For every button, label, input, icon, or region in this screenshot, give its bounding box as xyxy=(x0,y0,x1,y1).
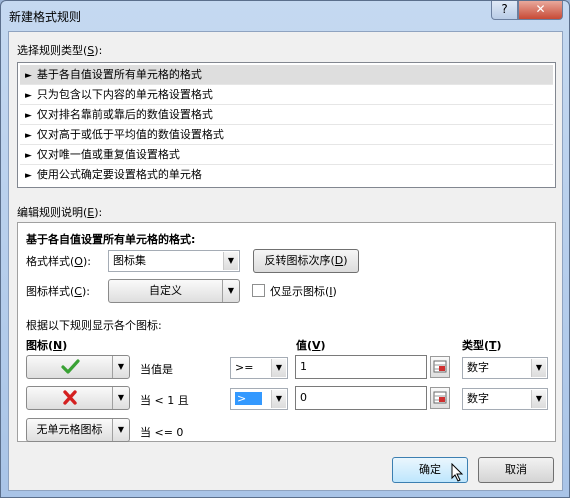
chevron-down-icon: ▼ xyxy=(271,390,286,408)
value-input-row-2[interactable]: 0 xyxy=(295,386,427,410)
show-icon-only-label[interactable]: 仅显示图标(I) xyxy=(270,283,337,299)
help-button[interactable]: ? xyxy=(491,1,518,20)
icon-select-row-2[interactable]: ▼ xyxy=(26,386,130,410)
format-style-label: 格式样式(O): xyxy=(26,255,91,268)
check-icon xyxy=(61,359,80,374)
operator-select-row-2[interactable]: > ▼ xyxy=(230,388,288,410)
format-style-select[interactable]: 图标集 ▼ xyxy=(108,250,240,272)
dialog-body: 选择规则类型(S): ► 基于各自值设置所有单元格的格式 ► 只为包含以下内容的单元… xyxy=(8,31,563,491)
triangle-right-icon: ► xyxy=(25,151,32,161)
chevron-down-icon: ▼ xyxy=(112,419,129,441)
rules-caption: 根据以下规则显示各个图标: xyxy=(26,319,162,332)
close-icon: ✕ xyxy=(535,2,546,16)
triangle-right-icon: ► xyxy=(25,91,32,101)
range-picker-icon xyxy=(433,360,447,373)
icon-select-row-1[interactable]: ▼ xyxy=(26,355,130,379)
chevron-down-icon: ▼ xyxy=(531,359,546,377)
icon-style-label: 图标样式(C): xyxy=(26,285,90,298)
range-picker-icon xyxy=(433,391,447,404)
show-icon-only-checkbox[interactable] xyxy=(252,284,265,297)
triangle-right-icon: ► xyxy=(25,111,32,121)
triangle-right-icon: ► xyxy=(25,171,32,181)
icon-select-row-3[interactable]: 无单元格图标 ▼ xyxy=(26,418,130,442)
help-icon: ? xyxy=(501,2,508,16)
rule-type-item[interactable]: ► 使用公式确定要设置格式的单元格 xyxy=(20,165,553,185)
cross-icon xyxy=(63,390,77,405)
value-input-row-1[interactable]: 1 xyxy=(295,355,427,379)
rule-type-item[interactable]: ► 仅对唯一值或重复值设置格式 xyxy=(20,145,553,165)
type-select-row-2[interactable]: 数字 ▼ xyxy=(462,388,548,410)
title-bar: 新建格式规则 ? ✕ xyxy=(1,1,569,31)
condition-label-row-1: 当值是 xyxy=(140,363,173,376)
dialog-window: 新建格式规则 ? ✕ 选择规则类型(S): ► 基于各自值设置所有单元格的格式 ►… xyxy=(0,0,570,498)
chevron-down-icon: ▼ xyxy=(223,252,238,270)
edit-rule-panel: 基于各自值设置所有单元格的格式: 格式样式(O): 图标集 ▼ 反转图标次序(D… xyxy=(17,222,556,442)
triangle-right-icon: ► xyxy=(25,71,32,81)
rule-heading: 基于各自值设置所有单元格的格式: xyxy=(26,233,196,246)
rule-type-list[interactable]: ► 基于各自值设置所有单元格的格式 ► 只为包含以下内容的单元格设置格式 ► 仅对排名… xyxy=(17,62,556,188)
chevron-down-icon: ▼ xyxy=(112,387,129,409)
icon-style-select[interactable]: 自定义 ▼ xyxy=(108,279,240,303)
operator-select-row-1[interactable]: >= ▼ xyxy=(230,357,288,379)
mouse-cursor-icon xyxy=(451,463,464,482)
chevron-down-icon: ▼ xyxy=(531,390,546,408)
type-select-row-1[interactable]: 数字 ▼ xyxy=(462,357,548,379)
condition-label-row-3: 当 <= 0 xyxy=(140,426,184,439)
chevron-down-icon: ▼ xyxy=(271,359,286,377)
range-select-button-row-1[interactable] xyxy=(430,356,450,378)
close-button[interactable]: ✕ xyxy=(518,1,563,20)
range-select-button-row-2[interactable] xyxy=(430,387,450,409)
rule-type-item[interactable]: ► 只为包含以下内容的单元格设置格式 xyxy=(20,85,553,105)
chevron-down-icon: ▼ xyxy=(112,356,129,378)
icon-column-header: 图标(N) xyxy=(26,339,68,352)
chevron-down-icon: ▼ xyxy=(222,280,239,302)
rule-type-item[interactable]: ► 基于各自值设置所有单元格的格式 xyxy=(20,65,553,85)
dialog-title: 新建格式规则 xyxy=(9,10,82,24)
type-column-header: 类型(T) xyxy=(462,339,502,352)
value-column-header: 值(V) xyxy=(296,339,326,352)
edit-rule-label: 编辑规则说明(E): xyxy=(17,206,103,219)
ok-button[interactable]: 确定 xyxy=(392,457,468,483)
rule-type-label: 选择规则类型(S): xyxy=(17,44,103,57)
rule-type-item[interactable]: ► 仅对排名靠前或靠后的数值设置格式 xyxy=(20,105,553,125)
cancel-button[interactable]: 取消 xyxy=(478,457,554,483)
triangle-right-icon: ► xyxy=(25,131,32,141)
reverse-icon-order-button[interactable]: 反转图标次序(D) xyxy=(253,249,359,273)
rule-type-item[interactable]: ► 仅对高于或低于平均值的数值设置格式 xyxy=(20,125,553,145)
condition-label-row-2: 当 < 1 且 xyxy=(140,394,189,407)
